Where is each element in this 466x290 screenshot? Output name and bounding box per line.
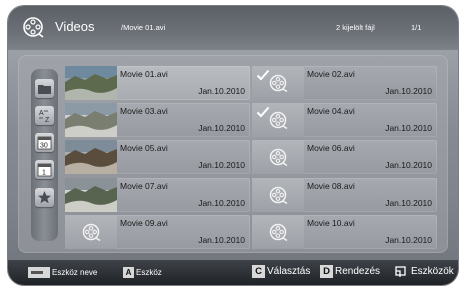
file-name: Movie 02.avi xyxy=(307,69,355,79)
sidebar-folder-button[interactable] xyxy=(35,79,54,98)
file-item[interactable]: Movie 09.avi Jan.10.2010 xyxy=(65,215,250,249)
tools-label: Eszközök xyxy=(411,266,454,277)
checkmark-icon xyxy=(256,105,270,123)
file-item[interactable]: Movie 10.avi Jan.10.2010 xyxy=(252,215,437,249)
header-bar: Videos /Movie 01.avi 2 kijelölt fájl 1/1 xyxy=(8,6,458,50)
file-name: Movie 08.avi xyxy=(307,181,355,191)
device-label: Eszköz xyxy=(136,268,162,277)
film-reel-icon xyxy=(267,223,289,246)
svg-text:Z: Z xyxy=(45,117,50,124)
file-name: Movie 03.avi xyxy=(120,106,168,116)
file-date: Jan.10.2010 xyxy=(198,235,245,245)
file-name: Movie 07.avi xyxy=(120,181,168,191)
svg-text:1: 1 xyxy=(42,170,46,177)
file-name: Movie 04.avi xyxy=(307,106,355,116)
select-label: Választás xyxy=(267,266,311,277)
footer-bar: Eszköz neve A Eszköz C Választás D Rendezés… xyxy=(8,260,458,285)
file-thumbnail-image xyxy=(65,66,117,100)
film-reel-icon xyxy=(267,148,289,171)
file-date: Jan.10.2010 xyxy=(385,235,432,245)
svg-text:30: 30 xyxy=(40,143,48,150)
tools-icon xyxy=(395,266,406,277)
sidebar-calendar-month-button[interactable]: 1 xyxy=(35,160,54,179)
file-date: Jan.10.2010 xyxy=(385,160,432,170)
file-date: Jan.10.2010 xyxy=(198,123,245,133)
file-thumbnail-placeholder xyxy=(252,215,304,249)
file-item[interactable]: Movie 01.avi Jan.10.2010 xyxy=(65,66,250,100)
file-thumbnail-placeholder xyxy=(65,215,117,249)
file-thumbnail-image xyxy=(65,140,117,174)
page-title: Videos xyxy=(55,19,95,34)
media-browser-screen: Videos /Movie 01.avi 2 kijelölt fájl 1/1… xyxy=(8,6,458,285)
file-name: Movie 10.avi xyxy=(307,218,355,228)
film-reel-icon xyxy=(267,111,289,134)
page-indicator: 1/1 xyxy=(411,23,422,32)
sidebar-star-button[interactable] xyxy=(35,188,54,207)
d-key-badge: D xyxy=(320,265,333,278)
file-date: Jan.10.2010 xyxy=(385,123,432,133)
sidebar-calendar-button[interactable]: 30 xyxy=(35,133,54,152)
file-thumbnail-placeholder xyxy=(252,140,304,174)
sort-hint[interactable]: D Rendezés xyxy=(320,265,380,279)
a-key-badge: A xyxy=(123,267,134,278)
file-item[interactable]: Movie 03.avi Jan.10.2010 xyxy=(65,103,250,137)
file-name: Movie 05.avi xyxy=(120,143,168,153)
tools-hint[interactable]: Eszközök xyxy=(395,265,454,279)
file-item[interactable]: Movie 08.avi Jan.10.2010 xyxy=(252,178,437,212)
device-hint[interactable]: A Eszköz xyxy=(123,267,162,279)
current-file-path: /Movie 01.avi xyxy=(121,23,166,32)
file-date: Jan.10.2010 xyxy=(198,86,245,96)
device-name-label: Eszköz neve xyxy=(52,268,98,277)
svg-text:A: A xyxy=(39,110,44,117)
file-thumbnail-placeholder xyxy=(252,178,304,212)
file-thumbnail-image xyxy=(65,103,117,137)
file-thumbnail-image xyxy=(65,178,117,212)
file-item[interactable]: Movie 04.avi Jan.10.2010 xyxy=(252,103,437,137)
file-item[interactable]: Movie 02.avi Jan.10.2010 xyxy=(252,66,437,100)
file-thumbnail-placeholder xyxy=(252,103,304,137)
file-date: Jan.10.2010 xyxy=(198,160,245,170)
film-reel-icon xyxy=(267,186,289,209)
sort-label: Rendezés xyxy=(335,266,381,277)
file-date: Jan.10.2010 xyxy=(198,198,245,208)
remote-key-icon xyxy=(28,267,50,278)
file-date: Jan.10.2010 xyxy=(385,198,432,208)
file-item[interactable]: Movie 06.avi Jan.10.2010 xyxy=(252,140,437,174)
file-name: Movie 09.avi xyxy=(120,218,168,228)
c-key-badge: C xyxy=(252,265,265,278)
select-hint[interactable]: C Választás xyxy=(252,265,310,279)
file-name: Movie 06.avi xyxy=(307,143,355,153)
film-reel-icon xyxy=(23,17,44,38)
file-date: Jan.10.2010 xyxy=(385,86,432,96)
device-name-hint[interactable]: Eszköz neve xyxy=(28,267,97,279)
file-thumbnail-placeholder xyxy=(252,66,304,100)
film-reel-icon xyxy=(80,223,102,246)
checkmark-icon xyxy=(256,68,270,86)
file-item[interactable]: Movie 05.avi Jan.10.2010 xyxy=(65,140,250,174)
file-item[interactable]: Movie 07.avi Jan.10.2010 xyxy=(65,178,250,212)
sidebar-sort-az-button[interactable]: AZ xyxy=(35,106,54,125)
selected-count: 2 kijelölt fájl xyxy=(336,23,375,32)
film-reel-icon xyxy=(267,74,289,97)
file-name: Movie 01.avi xyxy=(120,69,168,79)
